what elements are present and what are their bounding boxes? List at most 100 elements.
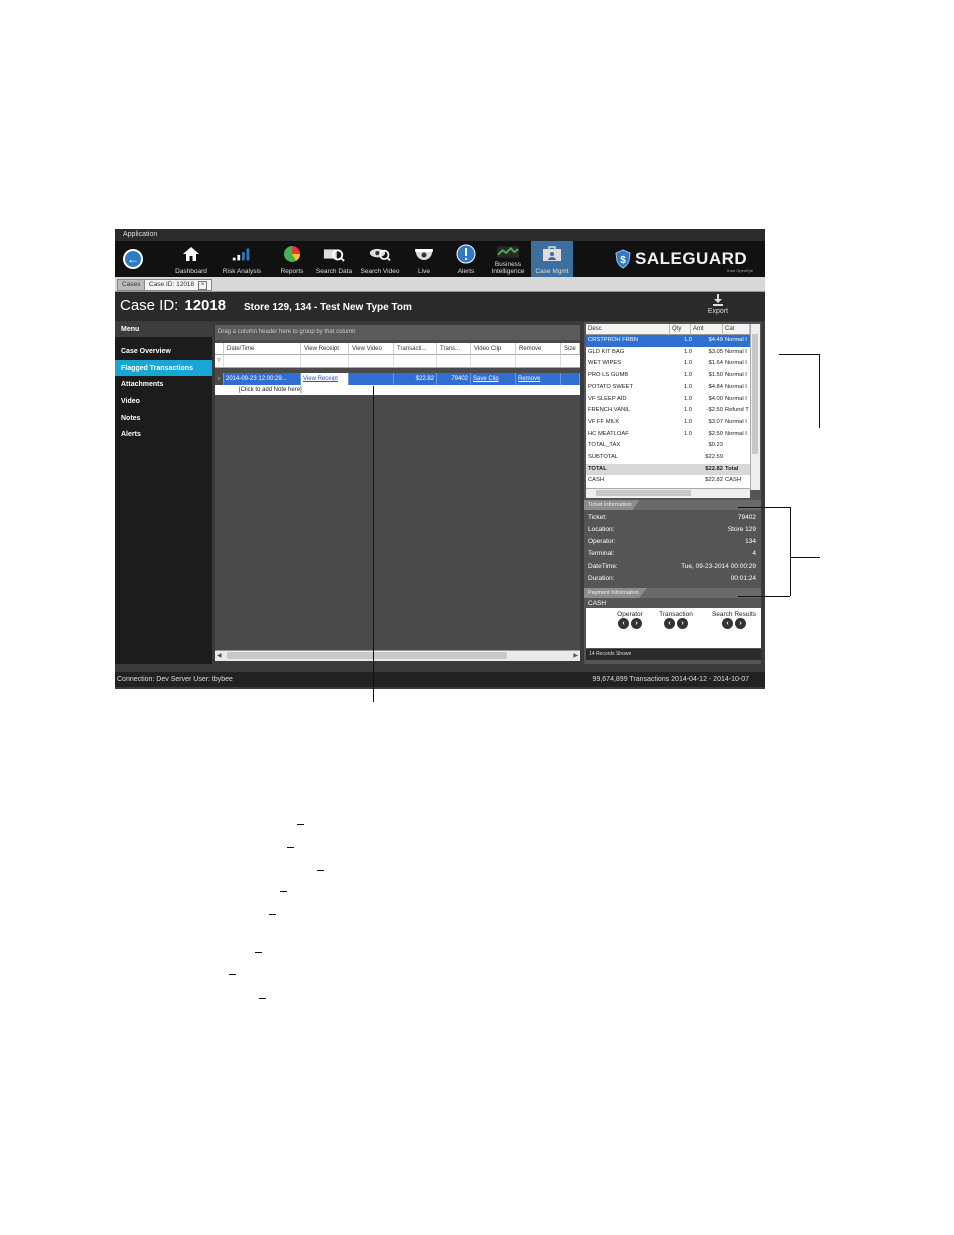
- receipt-amt: $4.84: [708, 383, 723, 390]
- menu-item-video[interactable]: Video: [115, 393, 212, 410]
- case-description: Store 129, 134 - Test New Type Tom: [244, 302, 412, 313]
- receipt-cat: Normal I: [725, 348, 747, 355]
- filter-row[interactable]: ▿: [215, 355, 580, 368]
- column-header-datetime[interactable]: Date/Time: [224, 343, 301, 355]
- menu-item-alerts[interactable]: Alerts: [115, 426, 212, 443]
- receipt-header-desc[interactable]: Desc: [586, 324, 670, 335]
- save-clip-link[interactable]: Save Clip: [473, 376, 499, 382]
- receipt-row[interactable]: SUBTOTAL $22.59: [586, 452, 750, 464]
- line-chart-icon: [497, 242, 519, 262]
- tab-case-label: Case ID: 12018: [149, 281, 195, 288]
- group-by-drop-area[interactable]: Drag a column header here to group by th…: [215, 325, 580, 340]
- reports-button[interactable]: Reports: [274, 241, 310, 277]
- search-video-button[interactable]: Search Video: [357, 241, 403, 277]
- cell-video-clip: Save Clip: [471, 373, 516, 385]
- receipt-row[interactable]: TOTAL_TAX $0.23: [586, 440, 750, 452]
- tick-mark: [297, 824, 304, 825]
- receipt-row[interactable]: VF SLEEP AID 1.0 $4.00 Normal I: [586, 394, 750, 406]
- tab-cases[interactable]: Cases: [117, 279, 146, 291]
- column-header-size[interactable]: Size: [561, 343, 580, 355]
- alerts-button[interactable]: Alerts: [449, 241, 483, 277]
- back-button[interactable]: ←: [123, 249, 143, 269]
- transaction-prev-icon[interactable]: ‹: [664, 618, 675, 629]
- receipt-cat: Total: [725, 465, 739, 472]
- receipt-row[interactable]: PRO LS GUMB 1.0 $1.50 Normal I: [586, 370, 750, 382]
- receipt-hscroll-thumb[interactable]: [596, 490, 691, 496]
- scroll-left-icon[interactable]: ◀: [217, 652, 222, 659]
- receipt-scroll-thumb[interactable]: [752, 334, 758, 454]
- application-menu[interactable]: Application: [115, 229, 765, 241]
- receipt-vertical-scrollbar[interactable]: [750, 324, 760, 490]
- ticket-field: Ticket: 79402: [588, 512, 758, 524]
- column-header-view-video[interactable]: View Video: [349, 343, 394, 355]
- terminal-field: Terminal: 4: [588, 548, 758, 560]
- receipt-row[interactable]: CASH $22.82 CASH: [586, 475, 750, 487]
- logo-name: SALEGUARD: [635, 249, 748, 268]
- receipt-amt: $4.49: [708, 337, 723, 343]
- scroll-right-icon[interactable]: ▶: [573, 652, 578, 659]
- receipt-amt: $22.82: [705, 465, 723, 472]
- receipt-horizontal-scrollbar[interactable]: [586, 488, 750, 498]
- receipt-row[interactable]: TOTAL $22.82 Total: [586, 463, 750, 476]
- receipt-row[interactable]: HC MEATLOAF 1.0 $2.50 Normal I: [586, 429, 750, 441]
- note-row[interactable]: [Click to add Note here]: [215, 385, 580, 395]
- datetime-label: DateTime:: [588, 563, 618, 570]
- receipt-amt: $2.50: [708, 430, 723, 437]
- duration-label: Duration:: [588, 575, 615, 582]
- column-header-trans[interactable]: Trans...: [437, 343, 471, 355]
- table-row[interactable]: › 2014-09-23 12:00:29... View Receipt $2…: [215, 373, 580, 385]
- receipt-amt: $1.64: [708, 360, 723, 367]
- column-header-video-clip[interactable]: Video Clip: [471, 343, 516, 355]
- tab-case-12018[interactable]: Case ID: 12018 ×: [144, 279, 213, 291]
- column-header-view-receipt[interactable]: View Receipt: [301, 343, 349, 355]
- search-results-prev-icon[interactable]: ‹: [722, 618, 733, 629]
- row-expand-icon[interactable]: ›: [215, 373, 224, 385]
- menu-item-notes[interactable]: Notes: [115, 410, 212, 427]
- search-data-icon: [323, 244, 345, 264]
- cell-view-video[interactable]: [349, 373, 394, 385]
- transaction-next-icon[interactable]: ›: [677, 618, 688, 629]
- receipt-row[interactable]: POTATO SWEET 1.0 $4.84 Normal I: [586, 382, 750, 394]
- risk-analysis-button[interactable]: Risk Analysis: [219, 241, 265, 277]
- search-data-button[interactable]: Search Data: [313, 241, 355, 277]
- operator-next-icon[interactable]: ›: [631, 618, 642, 629]
- receipt-row[interactable]: GLD KIT BAG 1.0 $3.05 Normal I: [586, 347, 750, 359]
- download-icon: [713, 294, 723, 306]
- cell-remove: Remove: [516, 373, 561, 385]
- risk-analysis-label: Risk Analysis: [222, 268, 262, 275]
- business-intelligence-button[interactable]: Business Intelligence: [487, 241, 529, 277]
- receipt-row[interactable]: FRENCH VANIL 1.0 -$2.50 Refund T: [586, 405, 750, 417]
- dashboard-button[interactable]: Dashboard: [170, 241, 212, 277]
- receipt-cat: Normal I: [725, 383, 747, 390]
- export-button[interactable]: Export: [703, 294, 733, 320]
- receipt-header-qty[interactable]: Qty: [670, 324, 691, 335]
- menu-item-case-overview[interactable]: Case Overview: [115, 343, 212, 360]
- page-title: Case ID: 12018: [120, 297, 226, 314]
- close-icon[interactable]: ×: [198, 281, 208, 290]
- receipt-amt: $0.23: [708, 442, 723, 449]
- live-button[interactable]: Live: [407, 241, 441, 277]
- receipt-header-amt[interactable]: Amt: [691, 324, 723, 335]
- remove-link[interactable]: Remove: [518, 376, 540, 382]
- search-results-next-icon[interactable]: ›: [735, 618, 746, 629]
- case-mgmt-button[interactable]: Case Mgmt: [531, 241, 573, 277]
- search-video-icon: [369, 244, 391, 264]
- tick-mark: [229, 974, 236, 975]
- grid-horizontal-scrollbar[interactable]: ◀ ▶: [215, 650, 580, 661]
- menu-item-attachments[interactable]: Attachments: [115, 376, 212, 393]
- receipt-row[interactable]: VF FF MILK 1.0 $3.07 Normal I: [586, 417, 750, 429]
- operator-prev-icon[interactable]: ‹: [618, 618, 629, 629]
- grid-scroll-thumb[interactable]: [227, 652, 507, 659]
- receipt-desc: VF FF MILK: [588, 418, 620, 425]
- view-receipt-link[interactable]: View Receipt: [303, 376, 338, 382]
- receipt-row[interactable]: CRSTPROH FRBN 1.0 $4.49 Normal I: [586, 335, 750, 347]
- tab-strip: Cases Case ID: 12018 ×: [115, 277, 765, 292]
- menu-item-flagged-transactions[interactable]: Flagged Transactions: [115, 359, 212, 377]
- filter-icon[interactable]: ▿: [215, 355, 224, 367]
- column-header-transaction[interactable]: Transacti...: [394, 343, 437, 355]
- column-header-remove[interactable]: Remove: [516, 343, 561, 355]
- receipt-desc: FRENCH VANIL: [588, 407, 631, 414]
- receipt-row[interactable]: WET WIPES 1.0 $1.64 Normal I: [586, 358, 750, 370]
- receipt-header-cat[interactable]: Cat: [723, 324, 750, 335]
- navigation-panel: Operator ‹ › Transaction ‹ › Search Result…: [586, 608, 761, 648]
